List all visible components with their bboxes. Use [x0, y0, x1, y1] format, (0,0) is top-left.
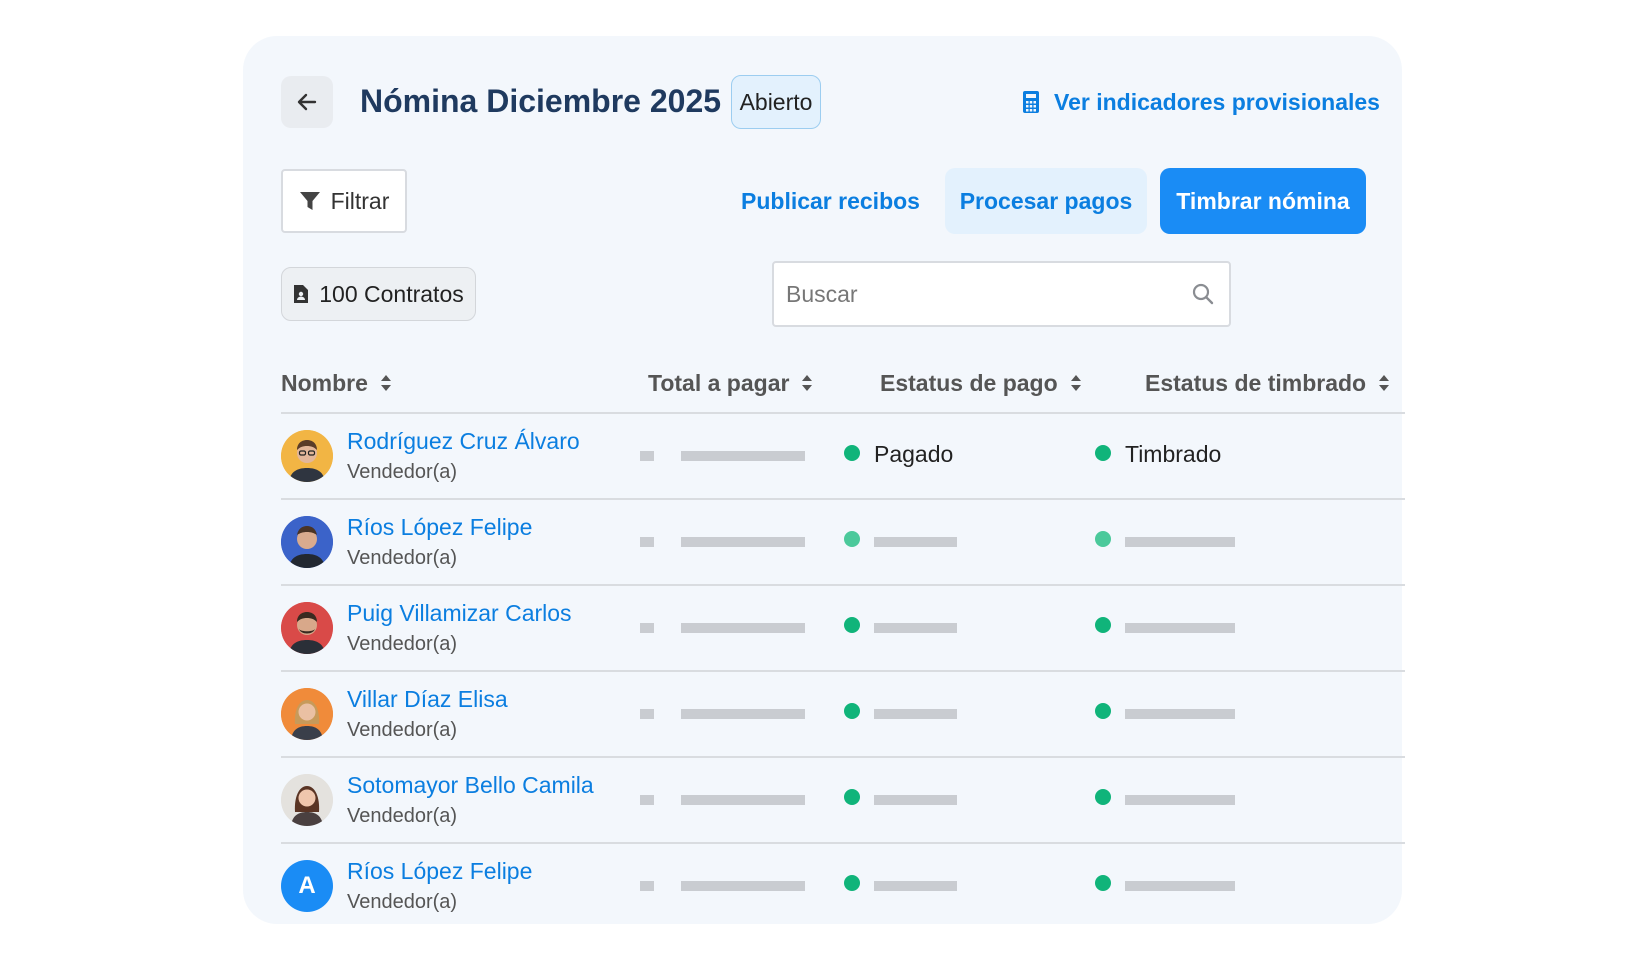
arrow-left-icon — [297, 93, 317, 111]
placeholder-bar — [874, 795, 957, 805]
placeholder-bar — [874, 623, 957, 633]
page-title: Nómina Diciembre 2025 — [360, 83, 722, 119]
placeholder-bar — [1125, 537, 1235, 547]
avatar: A — [281, 860, 333, 912]
column-header-total[interactable]: Total a pagar — [648, 368, 813, 398]
placeholder-bar — [640, 795, 654, 805]
sort-icon[interactable] — [380, 374, 392, 392]
placeholder-bar — [874, 537, 957, 547]
placeholder-bar — [640, 709, 654, 719]
column-header-label: Nombre — [281, 369, 368, 396]
employee-role: Vendedor(a) — [347, 547, 458, 569]
sort-icon[interactable] — [801, 374, 813, 392]
table-row[interactable]: Ríos López Felipe Vendedor(a) — [281, 499, 1405, 585]
status-badge: Abierto — [731, 75, 821, 129]
publish-receipts-button[interactable]: Publicar recibos — [741, 184, 920, 218]
placeholder-bar — [681, 881, 805, 891]
table-row[interactable]: Villar Díaz Elisa Vendedor(a) — [281, 671, 1405, 757]
placeholder-bar — [640, 623, 654, 633]
employee-name-link[interactable]: Ríos López Felipe — [347, 856, 532, 886]
stamp-payroll-button[interactable]: Timbrar nómina — [1160, 168, 1366, 234]
placeholder-bar — [640, 451, 654, 461]
placeholder-bar — [640, 881, 654, 891]
search-box[interactable] — [772, 261, 1231, 327]
payment-status-dot — [844, 531, 860, 547]
employee-role: Vendedor(a) — [347, 633, 458, 655]
placeholder-bar — [1125, 623, 1235, 633]
column-header-payment-status[interactable]: Estatus de pago — [880, 368, 1082, 398]
contracts-count-label: 100 Contratos — [319, 280, 464, 307]
payment-status-dot — [844, 617, 860, 633]
table-row[interactable]: Sotomayor Bello Camila Vendedor(a) — [281, 757, 1405, 843]
search-input[interactable] — [786, 280, 1191, 308]
avatar — [281, 774, 333, 826]
filter-button[interactable]: Filtrar — [281, 169, 407, 233]
placeholder-bar — [874, 709, 957, 719]
stamp-status-dot — [1095, 445, 1111, 461]
employee-name-link[interactable]: Villar Díaz Elisa — [347, 684, 508, 714]
view-indicators-link[interactable]: Ver indicadores provisionales — [1022, 84, 1380, 120]
column-header-name[interactable]: Nombre — [281, 368, 392, 398]
placeholder-bar — [640, 537, 654, 547]
placeholder-bar — [1125, 795, 1235, 805]
employee-role: Vendedor(a) — [347, 805, 458, 827]
table-row[interactable]: Rodríguez Cruz Álvaro Vendedor(a) Pagado… — [281, 413, 1405, 499]
placeholder-bar — [681, 537, 805, 547]
search-icon[interactable] — [1191, 282, 1215, 306]
avatar — [281, 602, 333, 654]
stamp-status-dot — [1095, 789, 1111, 805]
payment-status-dot — [844, 445, 860, 461]
process-payments-button[interactable]: Procesar pagos — [945, 168, 1147, 234]
table-row[interactable]: Puig Villamizar Carlos Vendedor(a) — [281, 585, 1405, 671]
stamp-status-dot — [1095, 531, 1111, 547]
payment-status-dot — [844, 789, 860, 805]
placeholder-bar — [874, 881, 957, 891]
column-header-stamp-status[interactable]: Estatus de timbrado — [1145, 368, 1390, 398]
column-header-label: Estatus de timbrado — [1145, 369, 1367, 396]
employee-name-link[interactable]: Sotomayor Bello Camila — [347, 770, 594, 800]
sort-icon[interactable] — [1378, 374, 1390, 392]
placeholder-bar — [1125, 881, 1235, 891]
filter-label: Filtrar — [330, 187, 390, 214]
stamp-status-dot — [1095, 703, 1111, 719]
employee-name-link[interactable]: Puig Villamizar Carlos — [347, 598, 572, 628]
table-row[interactable]: A Ríos López Felipe Vendedor(a) — [281, 843, 1405, 929]
stamp-status-text: Timbrado — [1125, 441, 1222, 467]
placeholder-bar — [681, 451, 805, 461]
stamp-status-dot — [1095, 875, 1111, 891]
contracts-count-chip[interactable]: 100 Contratos — [281, 267, 476, 321]
avatar — [281, 430, 333, 482]
placeholder-bar — [681, 795, 805, 805]
contract-document-icon — [294, 285, 309, 303]
column-header-label: Estatus de pago — [880, 369, 1058, 396]
sort-icon[interactable] — [1070, 374, 1082, 392]
employee-role: Vendedor(a) — [347, 719, 458, 741]
employee-role: Vendedor(a) — [347, 891, 458, 913]
back-button[interactable] — [281, 76, 333, 128]
placeholder-bar — [681, 709, 805, 719]
calculator-icon — [1023, 91, 1039, 113]
column-header-label: Total a pagar — [648, 369, 790, 396]
placeholder-bar — [1125, 709, 1235, 719]
funnel-icon — [299, 192, 320, 210]
payment-status-dot — [844, 875, 860, 891]
view-indicators-label: Ver indicadores provisionales — [1054, 88, 1380, 115]
employee-name-link[interactable]: Ríos López Felipe — [347, 512, 532, 542]
payment-status-dot — [844, 703, 860, 719]
placeholder-bar — [681, 623, 805, 633]
stamp-status-dot — [1095, 617, 1111, 633]
avatar — [281, 516, 333, 568]
payment-status-text: Pagado — [874, 441, 954, 467]
employee-name-link[interactable]: Rodríguez Cruz Álvaro — [347, 426, 580, 456]
avatar — [281, 688, 333, 740]
employee-role: Vendedor(a) — [347, 461, 458, 483]
